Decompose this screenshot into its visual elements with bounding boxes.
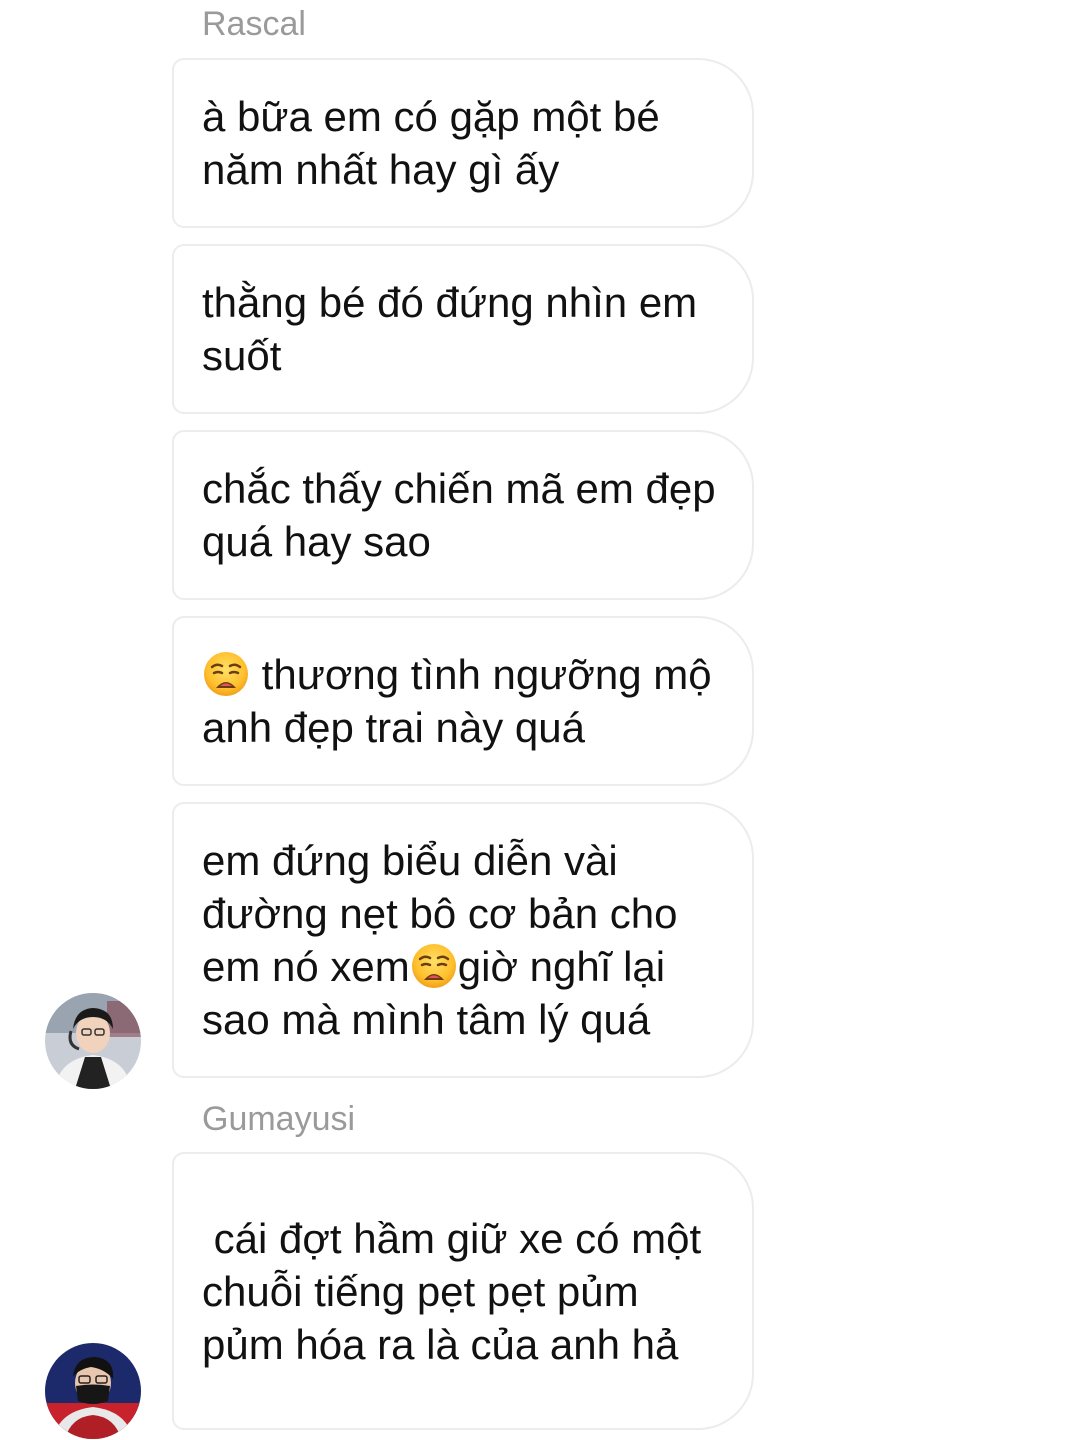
avatar-gumayusi[interactable]	[45, 1343, 141, 1439]
message-bubble[interactable]: em đứng biểu diễn vài đường nẹt bô cơ bả…	[172, 802, 754, 1078]
message-bubble[interactable]: thằng bé đó đứng nhìn em suốt	[172, 244, 754, 414]
sender-name-rascal: Rascal	[202, 5, 306, 43]
weary-face-icon	[410, 942, 458, 990]
avatar-rascal[interactable]	[45, 993, 141, 1089]
message-text: thương tình ngưỡng mộ anh đẹp trai này q…	[202, 651, 724, 751]
message-bubble[interactable]: cái đợt hầm giữ xe có một chuỗi tiếng pẹ…	[172, 1152, 754, 1430]
message-bubble[interactable]: thương tình ngưỡng mộ anh đẹp trai này q…	[172, 616, 754, 786]
message-bubble[interactable]: à bữa em có gặp một bé năm nhất hay gì ấ…	[172, 58, 754, 228]
sender-name-gumayusi: Gumayusi	[202, 1100, 356, 1138]
weary-face-icon	[202, 650, 250, 698]
message-text: chắc thấy chiến mã em đẹp quá hay sao	[202, 465, 728, 565]
message-text: à bữa em có gặp một bé năm nhất hay gì ấ…	[202, 93, 672, 193]
message-text: cái đợt hầm giữ xe có một chuỗi tiếng pẹ…	[202, 1214, 713, 1368]
message-bubble[interactable]: chắc thấy chiến mã em đẹp quá hay sao	[172, 430, 754, 600]
message-text: thằng bé đó đứng nhìn em suốt	[202, 279, 709, 379]
message-text-with-emoji: em đứng biểu diễn vài đường nẹt bô cơ bả…	[202, 834, 728, 1046]
message-text-with-emoji: thương tình ngưỡng mộ anh đẹp trai này q…	[202, 648, 728, 754]
